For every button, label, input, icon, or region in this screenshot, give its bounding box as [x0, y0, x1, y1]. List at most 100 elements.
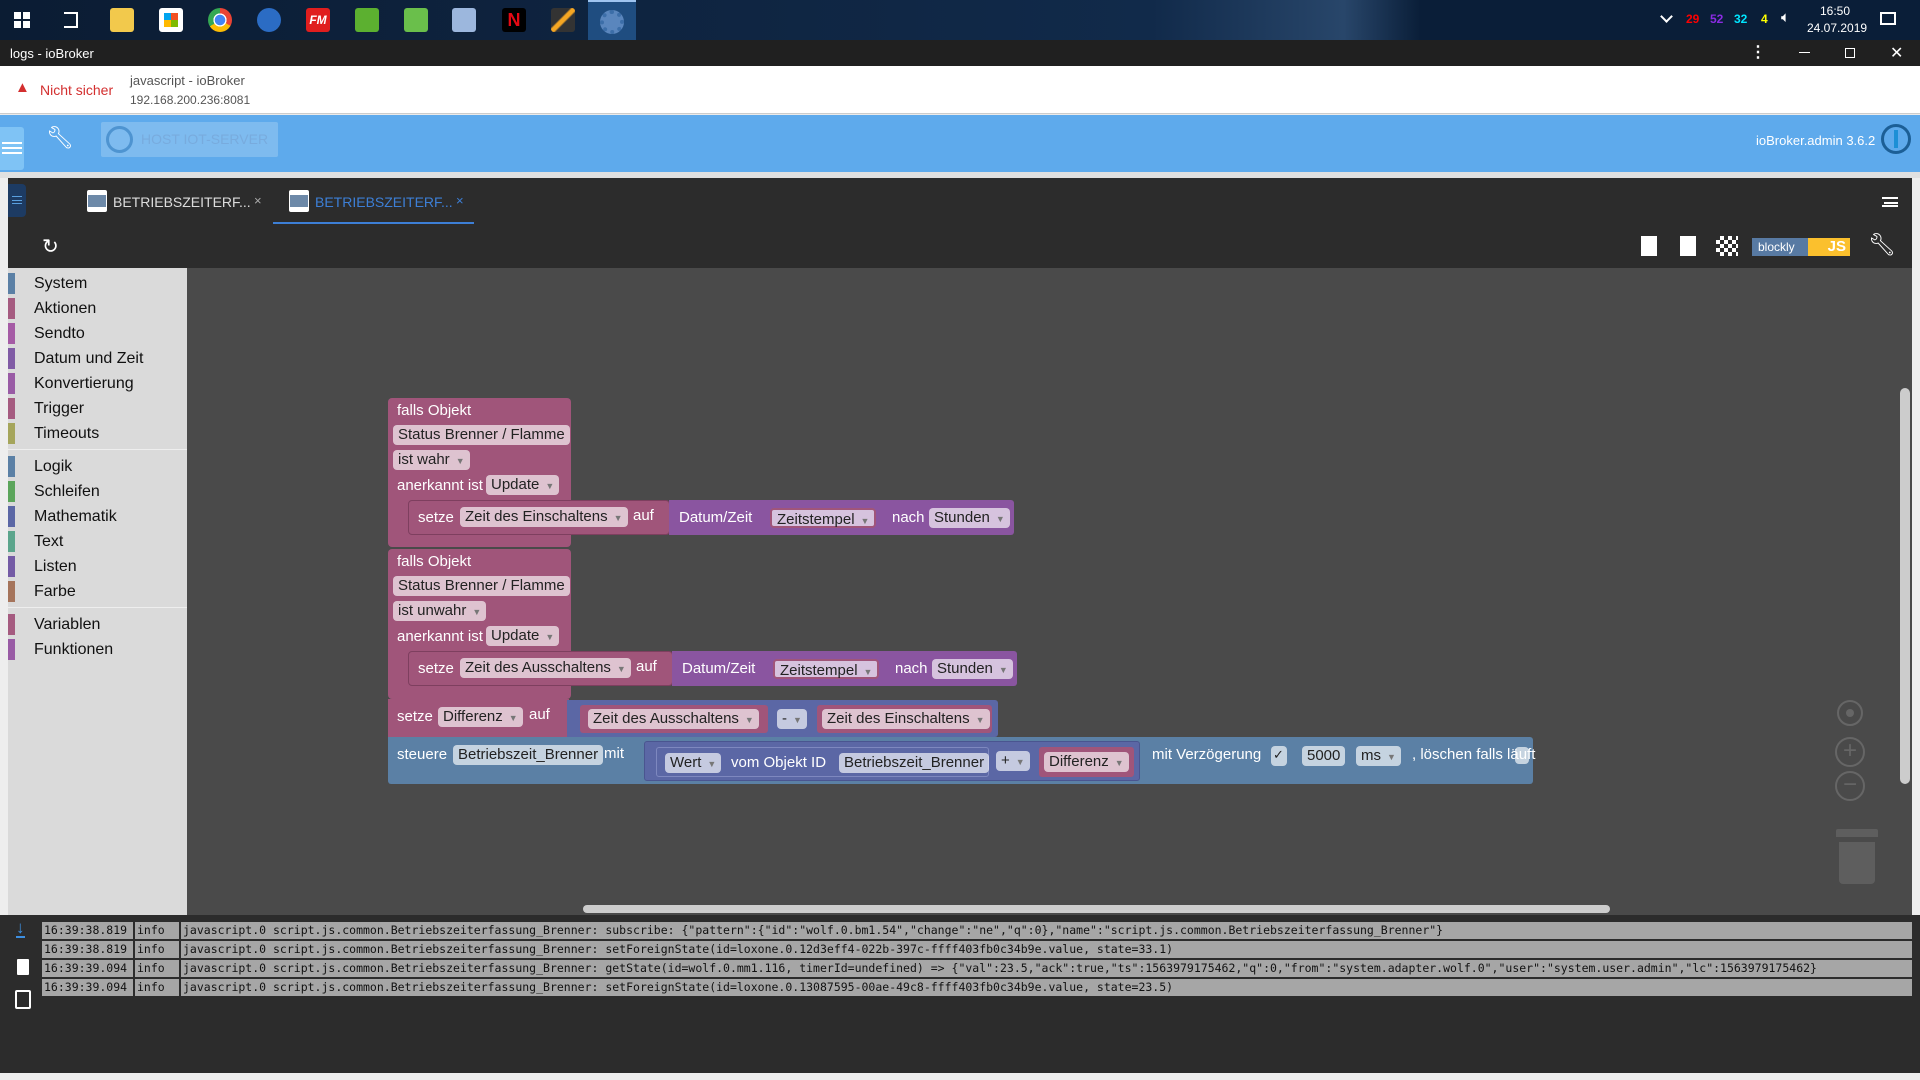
variable-dropdown[interactable]: Zeit des Ausschaltens ▼ — [460, 658, 631, 678]
toolbox-category-logik[interactable]: Logik — [8, 454, 187, 479]
ack-dropdown[interactable]: Update ▼ — [486, 475, 560, 495]
refresh-icon[interactable]: ↻ — [42, 234, 59, 259]
delay-checkbox[interactable]: ✓ — [1271, 746, 1287, 766]
toolbox-category-funktionen[interactable]: Funktionen — [8, 637, 187, 662]
export-icon[interactable] — [1641, 236, 1657, 256]
value-dropdown[interactable]: Wert ▼ — [665, 753, 722, 773]
close-icon[interactable]: ✕ — [1890, 43, 1903, 63]
timestamp-dropdown[interactable]: Zeitstempel ▼ — [770, 508, 877, 528]
unit-dropdown[interactable]: Stunden ▼ — [932, 659, 1013, 679]
toolbox-category-timeouts[interactable]: Timeouts — [8, 421, 187, 446]
thunderbird-icon[interactable] — [257, 8, 281, 32]
target-object-field[interactable]: Betriebszeit_Brenner — [453, 745, 604, 765]
datetime-block[interactable]: Datum/Zeit Zeitstempel ▼ nach Stunden ▼ — [669, 500, 1014, 535]
datetime-block[interactable]: Datum/Zeit Zeitstempel ▼ nach Stunden ▼ — [672, 651, 1017, 686]
math-add-block[interactable]: Wert ▼ vom Objekt ID Betriebszeit_Brenner… — [644, 741, 1140, 781]
toolbox-category-datum[interactable]: Datum und Zeit — [8, 346, 187, 371]
sidebar-toggle-button[interactable] — [8, 184, 26, 217]
toolbox-category-aktionen[interactable]: Aktionen — [8, 296, 187, 321]
toolbox-category-trigger[interactable]: Trigger — [8, 396, 187, 421]
security-status[interactable]: Nicht sicher — [40, 82, 113, 98]
clear-running-checkbox[interactable] — [1515, 747, 1529, 764]
toolbox-category-schleifen[interactable]: Schleifen — [8, 479, 187, 504]
variable-dropdown[interactable]: Zeit des Einschaltens ▼ — [460, 507, 628, 527]
unit-dropdown[interactable]: Stunden ▼ — [929, 508, 1010, 528]
netflix-icon[interactable]: N — [502, 8, 526, 32]
toolbox-category-variablen[interactable]: Variablen — [8, 612, 187, 637]
tab-script-2[interactable]: BETRIEBSZEITERF... × — [273, 190, 474, 224]
delay-unit-dropdown[interactable]: ms ▼ — [1356, 746, 1401, 766]
variable-dropdown[interactable]: Differenz ▼ — [1044, 752, 1129, 772]
tab-script-1[interactable]: BETRIEBSZEITERF... × — [71, 190, 271, 216]
speaker-icon[interactable]: 🔈︎ — [1781, 9, 1790, 26]
delay-input[interactable]: 5000 — [1302, 746, 1346, 766]
host-button[interactable]: HOST IOT-SERVER — [101, 122, 278, 157]
ack-dropdown[interactable]: Update ▼ — [486, 626, 560, 646]
trash-icon[interactable] — [1836, 829, 1878, 884]
tabs-menu-icon[interactable] — [1882, 197, 1898, 207]
horizontal-scrollbar[interactable] — [583, 905, 1610, 913]
toolbox-category-farbe[interactable]: Farbe — [8, 579, 187, 604]
microsoft-store-icon[interactable] — [159, 8, 183, 32]
clock-date[interactable]: 24.07.2019 — [1807, 21, 1867, 35]
variable-dropdown[interactable]: Zeit des Ausschaltens ▼ — [588, 709, 759, 729]
fm-icon[interactable]: FM — [306, 8, 330, 32]
blockly-workspace[interactable]: falls Objekt Status Brenner / Flamme ist… — [187, 268, 1912, 915]
toolbox-category-system[interactable]: System — [8, 271, 187, 296]
clear-log-icon[interactable] — [17, 959, 29, 975]
toolbox-category-sendto[interactable]: Sendto — [8, 321, 187, 346]
wrench-settings-icon[interactable]: 🔧︎ — [1868, 232, 1896, 258]
checkered-flag-icon[interactable] — [1716, 236, 1738, 256]
zoom-in-icon[interactable]: + — [1835, 737, 1865, 767]
condition-dropdown[interactable]: ist wahr ▼ — [393, 450, 470, 470]
zoom-out-icon[interactable]: − — [1835, 771, 1865, 801]
toolbox-category-mathematik[interactable]: Mathematik — [8, 504, 187, 529]
wrench-icon[interactable]: 🔧︎ — [46, 125, 74, 151]
math-subtract-block[interactable]: Zeit des Ausschaltens ▼ - ▼ Zeit des Einsc… — [567, 700, 998, 737]
condition-dropdown[interactable]: ist unwahr ▼ — [393, 601, 487, 621]
home-app-icon[interactable] — [355, 8, 379, 32]
operator-dropdown[interactable]: - ▼ — [777, 709, 807, 729]
recenter-icon[interactable] — [1837, 700, 1863, 726]
minimize-icon[interactable] — [1799, 52, 1810, 53]
object-field[interactable]: Status Brenner / Flamme — [393, 425, 570, 445]
toolbox-category-konvertierung[interactable]: Konvertierung — [8, 371, 187, 396]
timestamp-dropdown[interactable]: Zeitstempel ▼ — [773, 659, 880, 679]
task-view-icon[interactable] — [64, 12, 78, 28]
object-field[interactable]: Status Brenner / Flamme — [393, 576, 570, 596]
blockly-js-toggle[interactable]: blockly JS — [1752, 238, 1856, 256]
menu-button[interactable] — [0, 127, 24, 170]
copy-icon[interactable] — [15, 990, 31, 1009]
winamp-icon[interactable] — [551, 8, 575, 32]
remote-desktop-icon[interactable] — [452, 8, 476, 32]
kebab-menu-icon[interactable]: ⋮ — [1750, 42, 1766, 62]
close-tab-icon[interactable]: × — [254, 193, 262, 208]
set-variable-block[interactable]: setze Zeit des Ausschaltens ▼ auf — [408, 651, 673, 686]
vertical-scrollbar[interactable] — [1900, 388, 1910, 784]
variable-block[interactable]: Zeit des Ausschaltens ▼ — [580, 705, 768, 733]
loxone-icon[interactable] — [404, 8, 428, 32]
variable-dropdown[interactable]: Differenz ▼ — [438, 707, 523, 727]
variable-block[interactable]: Differenz ▼ — [1039, 747, 1134, 777]
variable-dropdown[interactable]: Zeit des Einschaltens ▼ — [822, 709, 990, 729]
variable-block[interactable]: Zeit des Einschaltens ▼ — [817, 705, 992, 733]
set-variable-block[interactable]: setze Zeit des Einschaltens ▼ auf — [408, 500, 670, 535]
iobroker-taskbar-button[interactable] — [588, 0, 636, 40]
tray-chevron-icon[interactable] — [1660, 10, 1673, 23]
restore-icon[interactable] — [1845, 48, 1855, 58]
notification-icon[interactable] — [1880, 12, 1896, 25]
chrome-icon[interactable] — [208, 8, 232, 32]
import-icon[interactable] — [1680, 236, 1696, 256]
control-state-block[interactable]: steuere Betriebszeit_Brenner mit Wert ▼ v… — [388, 737, 1535, 784]
get-value-block[interactable]: Wert ▼ vom Objekt ID Betriebszeit_Brenner — [656, 747, 990, 777]
close-tab-icon[interactable]: × — [456, 193, 464, 208]
scroll-down-icon[interactable]: ↓ — [16, 919, 25, 938]
object-id-field[interactable]: Betriebszeit_Brenner — [839, 753, 990, 773]
address-bar[interactable]: ▲ Nicht sicher javascript - ioBroker 192… — [0, 66, 1920, 114]
operator-dropdown[interactable]: + ▼ — [996, 751, 1030, 771]
toolbox-category-listen[interactable]: Listen — [8, 554, 187, 579]
toolbox-category-text[interactable]: Text — [8, 529, 187, 554]
set-difference-block[interactable]: setze Differenz ▼ auf — [388, 699, 569, 737]
windows-start-icon[interactable] — [14, 12, 30, 28]
url[interactable]: 192.168.200.236:8081 — [130, 93, 250, 107]
